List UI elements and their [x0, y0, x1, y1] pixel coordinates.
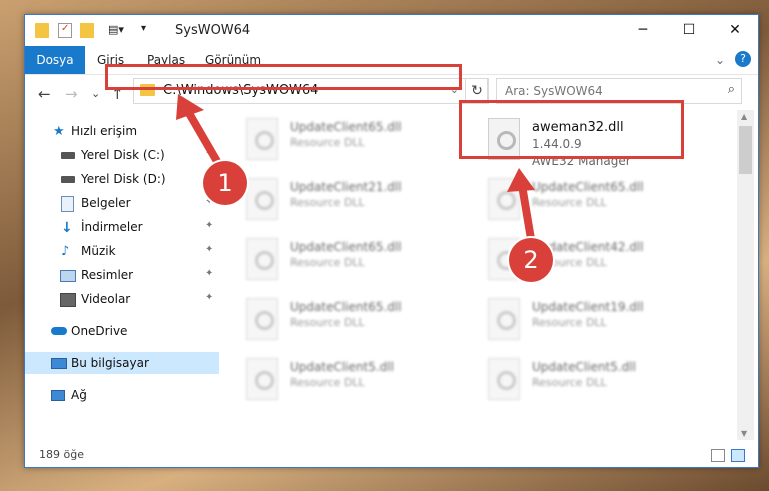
step-1-badge: 1: [203, 161, 247, 205]
annotation-arrows: [176, 94, 536, 249]
arrow-2-shaft: [518, 181, 536, 249]
arrow-2-head: [507, 168, 535, 192]
step-2-badge: 2: [509, 238, 553, 282]
arrow-1-shaft: [182, 104, 226, 174]
